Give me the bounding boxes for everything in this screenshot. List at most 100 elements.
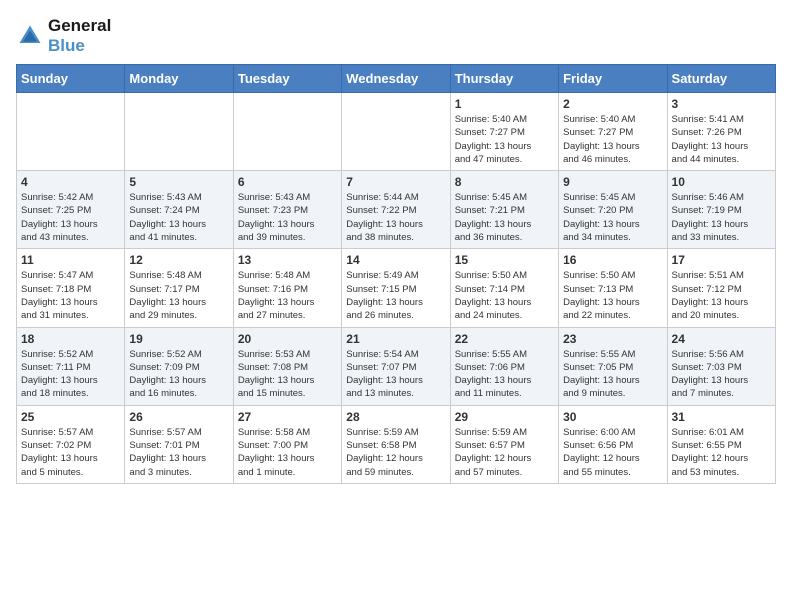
day-info: Sunrise: 5:56 AM Sunset: 7:03 PM Dayligh… <box>672 348 771 401</box>
day-number: 3 <box>672 97 771 111</box>
day-number: 11 <box>21 253 120 267</box>
calendar-cell: 23 Sunrise: 5:55 AM Sunset: 7:05 PM Dayli… <box>559 327 667 405</box>
col-header-saturday: Saturday <box>667 65 775 93</box>
calendar-week-row: 11 Sunrise: 5:47 AM Sunset: 7:18 PM Dayli… <box>17 249 776 327</box>
day-number: 7 <box>346 175 445 189</box>
calendar-header-row: SundayMondayTuesdayWednesdayThursdayFrid… <box>17 65 776 93</box>
day-number: 20 <box>238 332 337 346</box>
calendar-cell: 21 Sunrise: 5:54 AM Sunset: 7:07 PM Dayli… <box>342 327 450 405</box>
day-info: Sunrise: 5:58 AM Sunset: 7:00 PM Dayligh… <box>238 426 337 479</box>
col-header-sunday: Sunday <box>17 65 125 93</box>
day-info: Sunrise: 5:55 AM Sunset: 7:05 PM Dayligh… <box>563 348 662 401</box>
day-info: Sunrise: 5:57 AM Sunset: 7:01 PM Dayligh… <box>129 426 228 479</box>
day-number: 8 <box>455 175 554 189</box>
day-info: Sunrise: 5:50 AM Sunset: 7:13 PM Dayligh… <box>563 269 662 322</box>
calendar-cell: 9 Sunrise: 5:45 AM Sunset: 7:20 PM Daylig… <box>559 171 667 249</box>
day-info: Sunrise: 5:50 AM Sunset: 7:14 PM Dayligh… <box>455 269 554 322</box>
day-info: Sunrise: 5:57 AM Sunset: 7:02 PM Dayligh… <box>21 426 120 479</box>
day-number: 2 <box>563 97 662 111</box>
calendar-table: SundayMondayTuesdayWednesdayThursdayFrid… <box>16 64 776 484</box>
day-info: Sunrise: 6:00 AM Sunset: 6:56 PM Dayligh… <box>563 426 662 479</box>
calendar-week-row: 1 Sunrise: 5:40 AM Sunset: 7:27 PM Daylig… <box>17 93 776 171</box>
day-number: 21 <box>346 332 445 346</box>
calendar-cell: 29Sunrise: 5:59 AM Sunset: 6:57 PM Dayli… <box>450 405 558 483</box>
calendar-cell <box>125 93 233 171</box>
day-number: 17 <box>672 253 771 267</box>
day-number: 30 <box>563 410 662 424</box>
logo: General Blue <box>16 16 111 56</box>
day-info: Sunrise: 5:48 AM Sunset: 7:16 PM Dayligh… <box>238 269 337 322</box>
day-info: Sunrise: 5:53 AM Sunset: 7:08 PM Dayligh… <box>238 348 337 401</box>
calendar-cell: 16 Sunrise: 5:50 AM Sunset: 7:13 PM Dayli… <box>559 249 667 327</box>
day-number: 28 <box>346 410 445 424</box>
calendar-cell: 7 Sunrise: 5:44 AM Sunset: 7:22 PM Daylig… <box>342 171 450 249</box>
day-number: 4 <box>21 175 120 189</box>
logo-icon <box>16 22 44 50</box>
calendar-cell: 10Sunrise: 5:46 AM Sunset: 7:19 PM Dayli… <box>667 171 775 249</box>
col-header-wednesday: Wednesday <box>342 65 450 93</box>
day-info: Sunrise: 5:48 AM Sunset: 7:17 PM Dayligh… <box>129 269 228 322</box>
day-info: Sunrise: 5:42 AM Sunset: 7:25 PM Dayligh… <box>21 191 120 244</box>
calendar-cell: 24 Sunrise: 5:56 AM Sunset: 7:03 PM Dayli… <box>667 327 775 405</box>
day-info: Sunrise: 5:52 AM Sunset: 7:11 PM Dayligh… <box>21 348 120 401</box>
calendar-cell: 2 Sunrise: 5:40 AM Sunset: 7:27 PM Daylig… <box>559 93 667 171</box>
day-info: Sunrise: 5:51 AM Sunset: 7:12 PM Dayligh… <box>672 269 771 322</box>
day-info: Sunrise: 5:52 AM Sunset: 7:09 PM Dayligh… <box>129 348 228 401</box>
calendar-cell: 3 Sunrise: 5:41 AM Sunset: 7:26 PM Daylig… <box>667 93 775 171</box>
day-number: 12 <box>129 253 228 267</box>
day-info: Sunrise: 5:54 AM Sunset: 7:07 PM Dayligh… <box>346 348 445 401</box>
day-number: 18 <box>21 332 120 346</box>
col-header-thursday: Thursday <box>450 65 558 93</box>
calendar-cell: 17 Sunrise: 5:51 AM Sunset: 7:12 PM Dayli… <box>667 249 775 327</box>
calendar-cell: 20 Sunrise: 5:53 AM Sunset: 7:08 PM Dayli… <box>233 327 341 405</box>
page-header: General Blue <box>16 16 776 56</box>
day-info: Sunrise: 5:44 AM Sunset: 7:22 PM Dayligh… <box>346 191 445 244</box>
logo-text: General Blue <box>48 16 111 56</box>
calendar-cell <box>342 93 450 171</box>
calendar-cell: 28 Sunrise: 5:59 AM Sunset: 6:58 PM Dayli… <box>342 405 450 483</box>
day-number: 16 <box>563 253 662 267</box>
day-info: Sunrise: 5:45 AM Sunset: 7:20 PM Dayligh… <box>563 191 662 244</box>
calendar-cell: 13 Sunrise: 5:48 AM Sunset: 7:16 PM Dayli… <box>233 249 341 327</box>
day-info: Sunrise: 5:40 AM Sunset: 7:27 PM Dayligh… <box>563 113 662 166</box>
day-number: 14 <box>346 253 445 267</box>
calendar-cell: 6Sunrise: 5:43 AM Sunset: 7:23 PM Daylig… <box>233 171 341 249</box>
day-info: Sunrise: 5:59 AM Sunset: 6:58 PM Dayligh… <box>346 426 445 479</box>
calendar-cell: 1 Sunrise: 5:40 AM Sunset: 7:27 PM Daylig… <box>450 93 558 171</box>
calendar-cell: 22 Sunrise: 5:55 AM Sunset: 7:06 PM Dayli… <box>450 327 558 405</box>
day-number: 23 <box>563 332 662 346</box>
day-info: Sunrise: 5:40 AM Sunset: 7:27 PM Dayligh… <box>455 113 554 166</box>
calendar-week-row: 18 Sunrise: 5:52 AM Sunset: 7:11 PM Dayli… <box>17 327 776 405</box>
col-header-monday: Monday <box>125 65 233 93</box>
calendar-cell: 14 Sunrise: 5:49 AM Sunset: 7:15 PM Dayli… <box>342 249 450 327</box>
day-number: 13 <box>238 253 337 267</box>
calendar-cell: 27Sunrise: 5:58 AM Sunset: 7:00 PM Dayli… <box>233 405 341 483</box>
day-number: 9 <box>563 175 662 189</box>
calendar-week-row: 25 Sunrise: 5:57 AM Sunset: 7:02 PM Dayli… <box>17 405 776 483</box>
day-number: 15 <box>455 253 554 267</box>
day-number: 1 <box>455 97 554 111</box>
calendar-cell <box>233 93 341 171</box>
calendar-cell: 18 Sunrise: 5:52 AM Sunset: 7:11 PM Dayli… <box>17 327 125 405</box>
day-info: Sunrise: 5:55 AM Sunset: 7:06 PM Dayligh… <box>455 348 554 401</box>
calendar-cell: 19 Sunrise: 5:52 AM Sunset: 7:09 PM Dayli… <box>125 327 233 405</box>
calendar-cell: 4 Sunrise: 5:42 AM Sunset: 7:25 PM Daylig… <box>17 171 125 249</box>
day-info: Sunrise: 5:41 AM Sunset: 7:26 PM Dayligh… <box>672 113 771 166</box>
day-info: Sunrise: 5:49 AM Sunset: 7:15 PM Dayligh… <box>346 269 445 322</box>
calendar-cell: 31Sunrise: 6:01 AM Sunset: 6:55 PM Dayli… <box>667 405 775 483</box>
day-number: 22 <box>455 332 554 346</box>
day-info: Sunrise: 5:47 AM Sunset: 7:18 PM Dayligh… <box>21 269 120 322</box>
day-info: Sunrise: 5:59 AM Sunset: 6:57 PM Dayligh… <box>455 426 554 479</box>
calendar-cell: 26Sunrise: 5:57 AM Sunset: 7:01 PM Dayli… <box>125 405 233 483</box>
calendar-cell: 30 Sunrise: 6:00 AM Sunset: 6:56 PM Dayli… <box>559 405 667 483</box>
day-number: 19 <box>129 332 228 346</box>
day-number: 5 <box>129 175 228 189</box>
day-number: 25 <box>21 410 120 424</box>
day-number: 24 <box>672 332 771 346</box>
calendar-cell: 25 Sunrise: 5:57 AM Sunset: 7:02 PM Dayli… <box>17 405 125 483</box>
col-header-friday: Friday <box>559 65 667 93</box>
day-info: Sunrise: 5:43 AM Sunset: 7:23 PM Dayligh… <box>238 191 337 244</box>
day-info: Sunrise: 5:45 AM Sunset: 7:21 PM Dayligh… <box>455 191 554 244</box>
day-info: Sunrise: 5:43 AM Sunset: 7:24 PM Dayligh… <box>129 191 228 244</box>
calendar-cell: 15 Sunrise: 5:50 AM Sunset: 7:14 PM Dayli… <box>450 249 558 327</box>
